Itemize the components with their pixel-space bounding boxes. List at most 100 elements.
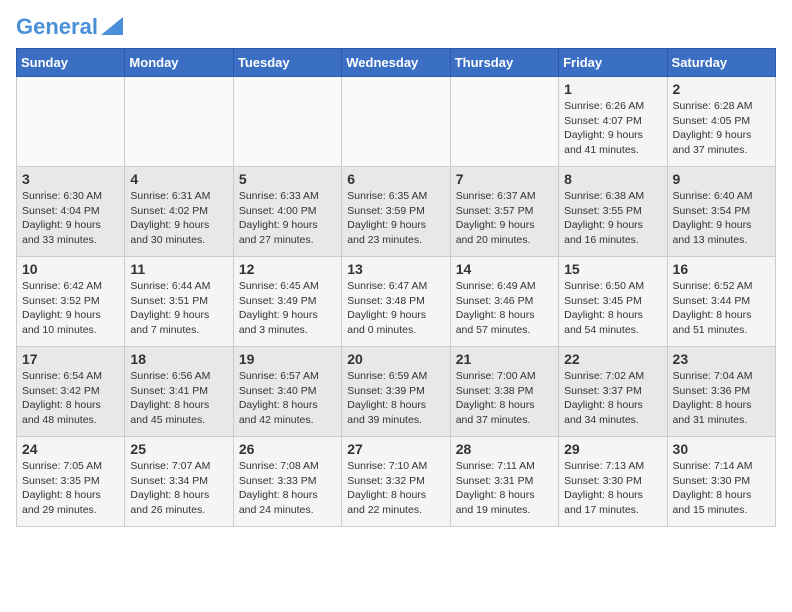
day-number: 11 — [130, 261, 227, 277]
day-number: 10 — [22, 261, 119, 277]
day-number: 9 — [673, 171, 770, 187]
calendar-cell: 17 Sunrise: 6:54 AMSunset: 3:42 PMDayligh… — [17, 347, 125, 437]
day-detail: Sunrise: 6:45 AMSunset: 3:49 PMDaylight:… — [239, 279, 336, 338]
day-number: 1 — [564, 81, 661, 97]
day-detail: Sunrise: 6:49 AMSunset: 3:46 PMDaylight:… — [456, 279, 553, 338]
calendar-cell: 1Sunrise: 6:26 AMSunset: 4:07 PMDaylight… — [559, 77, 667, 167]
day-header-saturday: Saturday — [667, 49, 775, 77]
day-detail: Sunrise: 6:42 AMSunset: 3:52 PMDaylight:… — [22, 279, 119, 338]
day-detail: Sunrise: 6:50 AMSunset: 3:45 PMDaylight:… — [564, 279, 661, 338]
day-number: 19 — [239, 351, 336, 367]
day-header-thursday: Thursday — [450, 49, 558, 77]
calendar-cell: 5 Sunrise: 6:33 AMSunset: 4:00 PMDaylight… — [233, 167, 341, 257]
day-number: 15 — [564, 261, 661, 277]
calendar-cell: 7 Sunrise: 6:37 AMSunset: 3:57 PMDaylight… — [450, 167, 558, 257]
day-number: 6 — [347, 171, 444, 187]
day-detail: Sunrise: 6:31 AMSunset: 4:02 PMDaylight:… — [130, 189, 227, 248]
day-detail: Sunrise: 7:00 AMSunset: 3:38 PMDaylight:… — [456, 369, 553, 428]
calendar-cell: 26Sunrise: 7:08 AMSunset: 3:33 PMDayligh… — [233, 437, 341, 527]
day-detail: Sunrise: 6:59 AMSunset: 3:39 PMDaylight:… — [347, 369, 444, 428]
day-number: 29 — [564, 441, 661, 457]
day-number: 23 — [673, 351, 770, 367]
calendar-cell: 27Sunrise: 7:10 AMSunset: 3:32 PMDayligh… — [342, 437, 450, 527]
calendar-cell: 4 Sunrise: 6:31 AMSunset: 4:02 PMDaylight… — [125, 167, 233, 257]
calendar-cell: 10 Sunrise: 6:42 AMSunset: 3:52 PMDayligh… — [17, 257, 125, 347]
calendar-cell: 30 Sunrise: 7:14 AMSunset: 3:30 PMDayligh… — [667, 437, 775, 527]
day-number: 5 — [239, 171, 336, 187]
calendar-cell: 8 Sunrise: 6:38 AMSunset: 3:55 PMDaylight… — [559, 167, 667, 257]
calendar-cell: 9Sunrise: 6:40 AMSunset: 3:54 PMDaylight… — [667, 167, 775, 257]
calendar-cell — [17, 77, 125, 167]
calendar-cell: 24 Sunrise: 7:05 AMSunset: 3:35 PMDayligh… — [17, 437, 125, 527]
day-number: 13 — [347, 261, 444, 277]
day-detail: Sunrise: 6:54 AMSunset: 3:42 PMDaylight:… — [22, 369, 119, 428]
day-header-tuesday: Tuesday — [233, 49, 341, 77]
day-number: 8 — [564, 171, 661, 187]
logo-icon — [101, 17, 123, 35]
calendar-cell — [450, 77, 558, 167]
day-number: 3 — [22, 171, 119, 187]
page-header: General — [16, 16, 776, 36]
day-detail: Sunrise: 7:13 AMSunset: 3:30 PMDaylight:… — [564, 459, 661, 518]
day-detail: Sunrise: 7:14 AMSunset: 3:30 PMDaylight:… — [673, 459, 770, 518]
day-detail: Sunrise: 6:44 AMSunset: 3:51 PMDaylight:… — [130, 279, 227, 338]
day-detail: Sunrise: 7:08 AMSunset: 3:33 PMDaylight:… — [239, 459, 336, 518]
calendar-cell: 21Sunrise: 7:00 AMSunset: 3:38 PMDayligh… — [450, 347, 558, 437]
calendar-table: SundayMondayTuesdayWednesdayThursdayFrid… — [16, 48, 776, 527]
day-detail: Sunrise: 6:37 AMSunset: 3:57 PMDaylight:… — [456, 189, 553, 248]
day-number: 28 — [456, 441, 553, 457]
day-detail: Sunrise: 6:52 AMSunset: 3:44 PMDaylight:… — [673, 279, 770, 338]
calendar-cell: 3 Sunrise: 6:30 AMSunset: 4:04 PMDaylight… — [17, 167, 125, 257]
day-detail: Sunrise: 6:28 AMSunset: 4:05 PMDaylight:… — [673, 99, 770, 158]
day-detail: Sunrise: 6:38 AMSunset: 3:55 PMDaylight:… — [564, 189, 661, 248]
calendar-cell: 28 Sunrise: 7:11 AMSunset: 3:31 PMDayligh… — [450, 437, 558, 527]
day-number: 12 — [239, 261, 336, 277]
calendar-cell: 22 Sunrise: 7:02 AMSunset: 3:37 PMDayligh… — [559, 347, 667, 437]
calendar-cell — [125, 77, 233, 167]
day-header-friday: Friday — [559, 49, 667, 77]
day-number: 4 — [130, 171, 227, 187]
day-detail: Sunrise: 6:33 AMSunset: 4:00 PMDaylight:… — [239, 189, 336, 248]
calendar-cell: 11 Sunrise: 6:44 AMSunset: 3:51 PMDayligh… — [125, 257, 233, 347]
day-header-monday: Monday — [125, 49, 233, 77]
day-header-wednesday: Wednesday — [342, 49, 450, 77]
calendar-cell: 18 Sunrise: 6:56 AMSunset: 3:41 PMDayligh… — [125, 347, 233, 437]
calendar-cell — [233, 77, 341, 167]
day-detail: Sunrise: 6:47 AMSunset: 3:48 PMDaylight:… — [347, 279, 444, 338]
day-detail: Sunrise: 7:02 AMSunset: 3:37 PMDaylight:… — [564, 369, 661, 428]
day-detail: Sunrise: 6:56 AMSunset: 3:41 PMDaylight:… — [130, 369, 227, 428]
day-number: 14 — [456, 261, 553, 277]
logo-text: General — [16, 16, 98, 38]
calendar-cell: 20 Sunrise: 6:59 AMSunset: 3:39 PMDayligh… — [342, 347, 450, 437]
day-number: 7 — [456, 171, 553, 187]
day-detail: Sunrise: 6:57 AMSunset: 3:40 PMDaylight:… — [239, 369, 336, 428]
calendar-cell: 23 Sunrise: 7:04 AMSunset: 3:36 PMDayligh… — [667, 347, 775, 437]
day-number: 16 — [673, 261, 770, 277]
day-number: 2 — [673, 81, 770, 97]
calendar-cell: 14 Sunrise: 6:49 AMSunset: 3:46 PMDayligh… — [450, 257, 558, 347]
calendar-cell: 6 Sunrise: 6:35 AMSunset: 3:59 PMDaylight… — [342, 167, 450, 257]
calendar-cell: 13 Sunrise: 6:47 AMSunset: 3:48 PMDayligh… — [342, 257, 450, 347]
day-number: 25 — [130, 441, 227, 457]
calendar-cell: 16 Sunrise: 6:52 AMSunset: 3:44 PMDayligh… — [667, 257, 775, 347]
day-header-sunday: Sunday — [17, 49, 125, 77]
day-detail: Sunrise: 7:05 AMSunset: 3:35 PMDaylight:… — [22, 459, 119, 518]
calendar-cell: 2 Sunrise: 6:28 AMSunset: 4:05 PMDaylight… — [667, 77, 775, 167]
calendar-cell: 19 Sunrise: 6:57 AMSunset: 3:40 PMDayligh… — [233, 347, 341, 437]
day-detail: Sunrise: 7:07 AMSunset: 3:34 PMDaylight:… — [130, 459, 227, 518]
calendar-cell: 29 Sunrise: 7:13 AMSunset: 3:30 PMDayligh… — [559, 437, 667, 527]
day-detail: Sunrise: 7:11 AMSunset: 3:31 PMDaylight:… — [456, 459, 553, 518]
day-detail: Sunrise: 6:30 AMSunset: 4:04 PMDaylight:… — [22, 189, 119, 248]
day-number: 22 — [564, 351, 661, 367]
logo: General — [16, 16, 123, 36]
calendar-cell: 15 Sunrise: 6:50 AMSunset: 3:45 PMDayligh… — [559, 257, 667, 347]
day-number: 24 — [22, 441, 119, 457]
day-number: 18 — [130, 351, 227, 367]
day-number: 20 — [347, 351, 444, 367]
day-detail: Sunrise: 6:35 AMSunset: 3:59 PMDaylight:… — [347, 189, 444, 248]
calendar-cell: 25 Sunrise: 7:07 AMSunset: 3:34 PMDayligh… — [125, 437, 233, 527]
day-detail: Sunrise: 7:04 AMSunset: 3:36 PMDaylight:… — [673, 369, 770, 428]
day-number: 17 — [22, 351, 119, 367]
day-number: 30 — [673, 441, 770, 457]
day-detail: Sunrise: 7:10 AMSunset: 3:32 PMDaylight:… — [347, 459, 444, 518]
